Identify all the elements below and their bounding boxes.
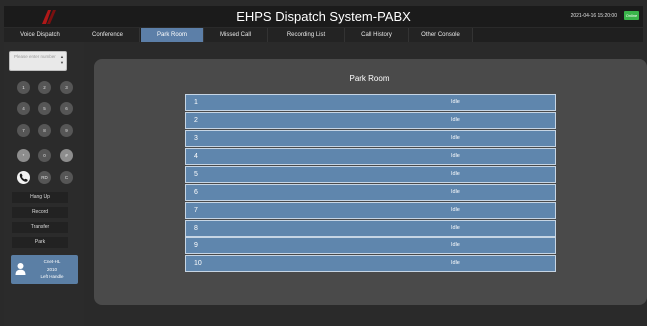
park-slot-number: 5 bbox=[194, 171, 198, 178]
clear-button[interactable]: C bbox=[60, 171, 73, 184]
park-slot-status: Idle bbox=[451, 153, 460, 159]
extension-name: Cnet-HL bbox=[43, 259, 61, 264]
park-slot-number: 1 bbox=[194, 99, 198, 106]
park-slot-row[interactable]: 1 Idle bbox=[185, 94, 556, 111]
key-6[interactable]: 6 bbox=[60, 102, 73, 115]
key-9[interactable]: 9 bbox=[60, 124, 73, 137]
tab-call-history[interactable]: Call History bbox=[345, 28, 409, 42]
key-star[interactable]: * bbox=[17, 149, 30, 162]
park-slot-status: Idle bbox=[451, 189, 460, 195]
redial-button[interactable]: RD bbox=[38, 171, 51, 184]
park-slot-number: 8 bbox=[194, 225, 198, 232]
transfer-button[interactable]: Transfer bbox=[12, 222, 68, 233]
park-slot-number: 6 bbox=[194, 189, 198, 196]
park-slot-row[interactable]: 7 Idle bbox=[185, 202, 556, 219]
park-slot-row[interactable]: 8 Idle bbox=[185, 220, 556, 237]
park-slot-row[interactable]: 3 Idle bbox=[185, 130, 556, 147]
park-slot-status: Idle bbox=[451, 99, 460, 105]
panel-title: Park Room bbox=[349, 74, 390, 83]
extension-card[interactable]: Cnet-HL 2010 Left Handle bbox=[11, 255, 78, 284]
park-slot-number: 2 bbox=[194, 117, 198, 124]
key-3[interactable]: 3 bbox=[60, 81, 73, 94]
key-8[interactable]: 8 bbox=[38, 124, 51, 137]
park-slot-status: Idle bbox=[451, 171, 460, 177]
park-slot-status: Idle bbox=[451, 207, 460, 213]
top-bar: EHPS Dispatch System-PABX 2021-04-16 15:… bbox=[4, 6, 643, 27]
tab-park-room[interactable]: Park Room bbox=[141, 28, 204, 42]
tab-other-console[interactable]: Other Console bbox=[409, 28, 473, 42]
tab-recording-list[interactable]: Recording List bbox=[268, 28, 345, 42]
park-slot-row[interactable]: 10 Idle bbox=[185, 255, 556, 272]
park-slot-row[interactable]: 4 Idle bbox=[185, 148, 556, 165]
extension-mode: Left Handle bbox=[40, 274, 64, 279]
park-slot-status: Idle bbox=[451, 242, 460, 248]
park-slot-row[interactable]: 9 Idle bbox=[185, 237, 556, 254]
park-slot-status: Idle bbox=[451, 260, 460, 266]
park-slot-row[interactable]: 6 Idle bbox=[185, 184, 556, 201]
call-button[interactable] bbox=[17, 171, 30, 184]
park-button[interactable]: Park bbox=[12, 237, 68, 248]
park-slot-row[interactable]: 2 Idle bbox=[185, 112, 556, 129]
spinner-icon[interactable]: ▲ ▼ bbox=[60, 54, 64, 66]
tab-conference[interactable]: Conference bbox=[76, 28, 140, 42]
park-slot-status: Idle bbox=[451, 135, 460, 141]
key-2[interactable]: 2 bbox=[38, 81, 51, 94]
phone-icon bbox=[19, 173, 28, 182]
tab-missed-call[interactable]: Missed Call bbox=[204, 28, 268, 42]
park-slot-status: Idle bbox=[451, 117, 460, 123]
park-slot-number: 4 bbox=[194, 153, 198, 160]
key-1[interactable]: 1 bbox=[17, 81, 30, 94]
key-hash[interactable]: # bbox=[60, 149, 73, 162]
park-slot-status: Idle bbox=[451, 225, 460, 231]
key-0[interactable]: 0 bbox=[38, 149, 51, 162]
number-input[interactable]: Please enter number ▲ ▼ bbox=[9, 51, 67, 71]
park-slot-number: 3 bbox=[194, 135, 198, 142]
key-5[interactable]: 5 bbox=[38, 102, 51, 115]
park-slot-row[interactable]: 5 Idle bbox=[185, 166, 556, 183]
key-7[interactable]: 7 bbox=[17, 124, 30, 137]
park-slot-number: 10 bbox=[194, 260, 202, 267]
tab-bar: Voice Dispatch Conference Park Room Miss… bbox=[4, 28, 643, 42]
park-slot-number: 7 bbox=[194, 207, 198, 214]
park-slot-number: 9 bbox=[194, 242, 198, 249]
app-title: EHPS Dispatch System-PABX bbox=[236, 9, 411, 24]
record-button[interactable]: Record bbox=[12, 207, 68, 218]
extension-number: 2010 bbox=[46, 267, 57, 272]
hang-up-button[interactable]: Hang Up bbox=[12, 192, 68, 203]
datetime-display: 2021-04-16 15:20:00 bbox=[570, 13, 617, 19]
number-input-placeholder: Please enter number bbox=[14, 54, 56, 59]
person-icon bbox=[15, 263, 26, 275]
key-4[interactable]: 4 bbox=[17, 102, 30, 115]
tab-voice-dispatch[interactable]: Voice Dispatch bbox=[4, 28, 77, 42]
status-badge: Online bbox=[624, 11, 639, 20]
